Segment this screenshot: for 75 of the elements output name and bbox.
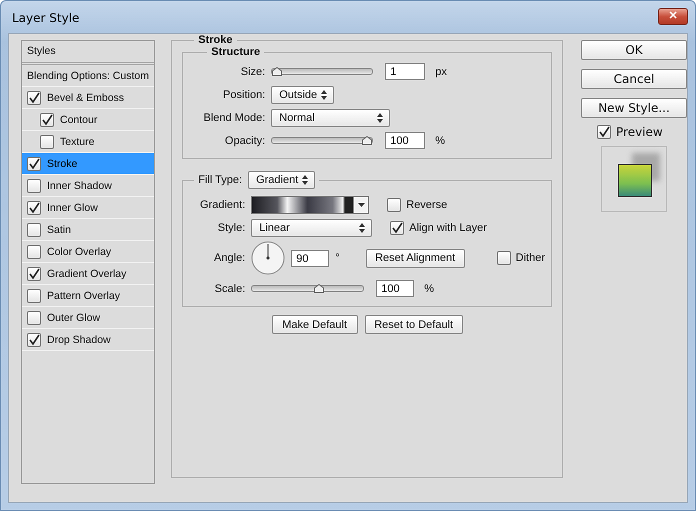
unit-label: % [424, 282, 434, 294]
checkbox[interactable] [390, 220, 404, 234]
checkbox[interactable] [27, 310, 41, 324]
checkbox-label: Dither [516, 252, 545, 264]
style-list-item[interactable]: Satin [22, 219, 154, 241]
angle-dial[interactable] [251, 241, 286, 275]
checkbox-label: Reverse [406, 198, 448, 210]
checkbox[interactable] [496, 251, 511, 265]
checkbox[interactable] [27, 90, 41, 104]
field-label: Gradient: [199, 198, 246, 210]
checkbox[interactable] [27, 244, 41, 258]
panel-header: Styles [22, 41, 154, 65]
field-label: Size: [240, 66, 266, 78]
checkbox[interactable] [27, 266, 41, 280]
group-title: Stroke [197, 34, 234, 46]
checkbox[interactable] [40, 134, 54, 148]
field-label: Position: [222, 88, 266, 100]
style-list-item[interactable]: Pattern Overlay [22, 285, 154, 307]
style-list-item[interactable]: Blending Options: Custom [22, 65, 154, 87]
dropdown[interactable]: Linear [251, 218, 372, 236]
slider-thumb[interactable] [362, 136, 372, 145]
field-label: Fill Type: [198, 174, 242, 186]
style-list-item[interactable]: Inner Glow [22, 197, 154, 219]
style-list-item[interactable]: Contour [22, 109, 154, 131]
dialog-button[interactable]: OK [581, 40, 687, 60]
checkbox[interactable] [27, 222, 41, 236]
checkbox[interactable] [27, 156, 41, 170]
dropdown[interactable]: Normal [271, 108, 390, 126]
style-list-item[interactable]: Gradient Overlay [22, 263, 154, 285]
unit-label: % [435, 134, 446, 146]
field-label: Angle: [213, 252, 246, 264]
field-label: Opacity: [224, 134, 266, 146]
checkbox[interactable] [27, 178, 41, 192]
checkbox[interactable] [40, 112, 54, 126]
checkbox[interactable] [27, 332, 41, 346]
dropdown[interactable]: Gradient [248, 171, 316, 189]
updown-arrows-icon [321, 90, 328, 100]
field-label: Style: [216, 222, 246, 234]
unit-label: ° [335, 252, 340, 264]
checkbox[interactable] [27, 288, 41, 302]
group-title: Structure [210, 46, 262, 58]
caret-icon [358, 202, 365, 206]
gradient-picker[interactable] [251, 196, 370, 214]
input-field[interactable]: 100 [376, 280, 414, 297]
reset-default-button[interactable]: Reset to Default [364, 315, 463, 334]
updown-arrows-icon [302, 175, 308, 185]
checkbox-label: Align with Layer [409, 222, 487, 234]
style-list-item[interactable]: Color Overlay [22, 241, 154, 263]
style-list-item[interactable]: Stroke [22, 153, 154, 175]
updown-arrows-icon [377, 112, 384, 122]
input-field[interactable]: 100 [385, 132, 426, 149]
dialog-button[interactable]: New Style... [581, 98, 687, 118]
reset-alignment-button[interactable]: Reset Alignment [366, 248, 465, 268]
updown-arrows-icon [359, 222, 366, 232]
style-list-item[interactable]: Bevel & Emboss [22, 87, 154, 109]
style-list-item[interactable]: Outer Glow [22, 307, 154, 329]
style-list-item[interactable]: Inner Shadow [22, 175, 154, 197]
checkbox[interactable] [597, 125, 611, 139]
checkbox-label: Preview [616, 125, 663, 139]
checkbox[interactable] [387, 198, 402, 212]
input-field[interactable]: 1 [385, 63, 426, 80]
dropdown[interactable]: Outside [271, 86, 334, 104]
window-title: Layer Style [11, 11, 80, 25]
close-button[interactable]: ✕ [658, 8, 688, 24]
style-list-item[interactable]: Drop Shadow [22, 329, 154, 351]
unit-label: px [435, 66, 447, 78]
make-default-button[interactable]: Make Default [272, 315, 358, 334]
field-label: Scale: [214, 282, 246, 294]
input-field[interactable]: 90 [291, 250, 330, 266]
slider-thumb[interactable] [314, 284, 324, 293]
slider-thumb[interactable] [272, 67, 282, 76]
checkbox[interactable] [27, 200, 41, 214]
preview-thumbnail [601, 146, 667, 212]
dialog-button[interactable]: Cancel [581, 69, 687, 89]
field-label: Blend Mode: [202, 112, 266, 124]
